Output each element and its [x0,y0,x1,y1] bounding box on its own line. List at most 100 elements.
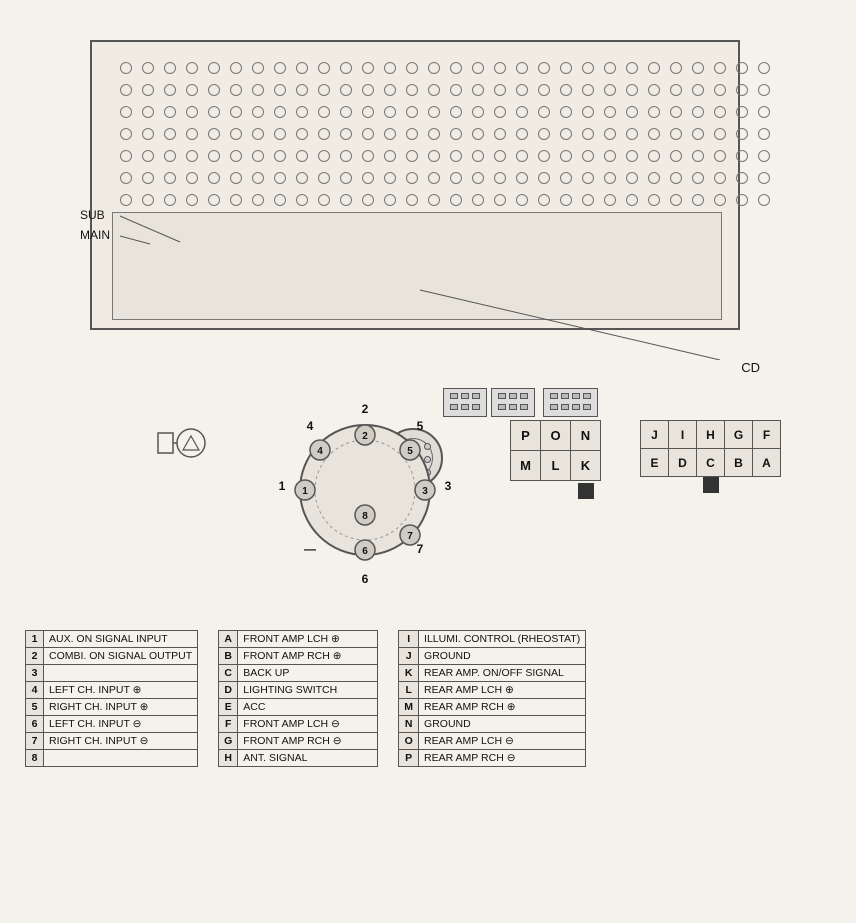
vent-hole [736,194,748,206]
vent-hole [516,172,528,184]
desc-cell [44,750,198,767]
vent-hole [714,150,726,162]
vent-hole [758,150,770,162]
vent-hole [450,194,462,206]
vent-hole [318,62,330,74]
vent-hole [648,172,660,184]
vent-hole [516,62,528,74]
table-row: 3 [26,665,198,682]
vent-hole [208,128,220,140]
vent-hole [604,128,616,140]
pin-id-cell: C [219,665,238,682]
vent-hole [494,172,506,184]
vent-hole [318,106,330,118]
cd-label: CD [741,360,760,375]
vent-hole [604,84,616,96]
vent-hole [648,194,660,206]
vent-hole [362,84,374,96]
svg-text:7: 7 [407,531,413,542]
conn-cell-H: H [697,421,725,449]
wiring-table-mid: AFRONT AMP LCH ⊕BFRONT AMP RCH ⊕CBACK UP… [218,630,378,767]
pin-id-cell: I [399,631,419,648]
svg-text:3: 3 [445,479,452,493]
pin-id-cell: 3 [26,665,44,682]
vent-hole [582,172,594,184]
vent-hole [472,128,484,140]
table-row: 4LEFT CH. INPUT ⊕ [26,682,198,699]
conn-cell-E: E [641,449,669,477]
vent-hole [252,172,264,184]
pin-id-cell: 1 [26,631,44,648]
svg-text:5: 5 [407,446,413,457]
vent-hole [714,106,726,118]
vent-hole [164,62,176,74]
svg-text:1: 1 [302,486,308,497]
conn-cell-A: A [753,449,781,477]
pin-id-cell: E [219,699,238,716]
vent-hole [538,62,550,74]
pin-id-cell: 4 [26,682,44,699]
vent-hole [142,84,154,96]
vent-hole [186,194,198,206]
wiring-table-left: 1AUX. ON SIGNAL INPUT2COMBI. ON SIGNAL O… [25,630,198,767]
vent-hole [230,150,242,162]
table-row: 1AUX. ON SIGNAL INPUT [26,631,198,648]
desc-cell: BACK UP [238,665,378,682]
vent-hole [758,128,770,140]
vent-hole [538,128,550,140]
vent-hole [758,84,770,96]
vent-hole [538,194,550,206]
conn-cell-J: J [641,421,669,449]
desc-cell: LIGHTING SWITCH [238,682,378,699]
table-row: BFRONT AMP RCH ⊕ [219,648,378,665]
vent-hole [670,172,682,184]
vent-hole [450,172,462,184]
desc-cell: REAR AMP. ON/OFF SIGNAL [419,665,586,682]
vent-hole [340,128,352,140]
key-square-left [578,483,594,499]
vent-hole [736,62,748,74]
vent-hole [252,128,264,140]
pin-id-cell: L [399,682,419,699]
vent-hole [648,84,660,96]
vent-hole [560,128,572,140]
vent-hole [274,84,286,96]
desc-cell: AUX. ON SIGNAL INPUT [44,631,198,648]
vent-hole [494,194,506,206]
vent-hole [340,150,352,162]
desc-cell: GROUND [419,648,586,665]
table-row: LREAR AMP LCH ⊕ [399,682,586,699]
vent-hole [164,84,176,96]
sub-label: SUB [80,208,105,222]
vent-hole [626,150,638,162]
vent-hole [384,172,396,184]
vent-hole [494,106,506,118]
vent-hole [230,106,242,118]
circular-connector-diagram: 2 5 3 7 6 8 4 1 2 5 3 7 6 — 1 4 [270,395,470,595]
pin-id-cell: O [399,733,419,750]
svg-text:5: 5 [417,419,424,433]
vent-hole [274,106,286,118]
vent-hole [164,150,176,162]
svg-text:6: 6 [362,572,369,586]
vent-hole [560,62,572,74]
vent-hole [186,84,198,96]
vent-hole [714,84,726,96]
vent-hole [274,172,286,184]
fuse-area [153,423,213,463]
vent-hole [626,128,638,140]
vent-hole [274,62,286,74]
vent-hole [582,194,594,206]
conn-cell-G: G [725,421,753,449]
vent-hole [670,84,682,96]
vent-hole [318,150,330,162]
vent-hole [384,194,396,206]
vent-hole [296,84,308,96]
conn-cell-O: O [541,421,571,451]
vent-hole [736,106,748,118]
vent-hole [186,150,198,162]
pin-id-cell: B [219,648,238,665]
vent-hole [362,194,374,206]
fuse-symbol [153,423,213,463]
pin-id-cell: 7 [26,733,44,750]
